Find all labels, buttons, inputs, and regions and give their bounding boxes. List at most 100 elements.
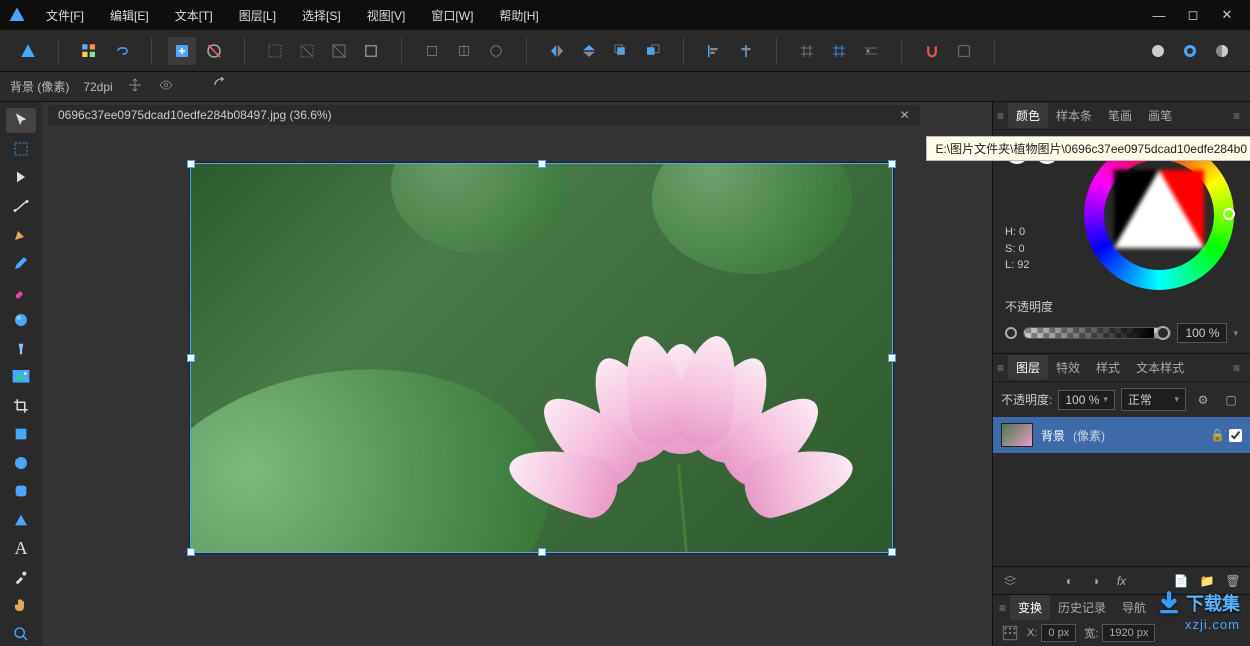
panel-toggle-icon[interactable]: ≡ [997, 361, 1004, 375]
text-tool-icon[interactable]: A [6, 536, 36, 561]
resize-handle[interactable] [888, 160, 896, 168]
snap-options-icon[interactable] [950, 37, 978, 65]
tab-brush[interactable]: 画笔 [1140, 103, 1180, 128]
zoom-tool-icon[interactable] [6, 622, 36, 646]
menu-file[interactable]: 文件[F] [36, 3, 94, 28]
crop-tool-icon[interactable] [6, 393, 36, 418]
persona-photo-icon[interactable] [14, 37, 42, 65]
chevron-down-icon[interactable]: ▾ [1233, 328, 1238, 339]
auto-contrast-icon[interactable] [450, 37, 478, 65]
anchor-grid-icon[interactable] [1001, 624, 1019, 642]
quickmask-icon[interactable] [1144, 37, 1172, 65]
panel-menu-icon[interactable]: ≡ [1227, 361, 1246, 375]
tab-stroke[interactable]: 笔画 [1100, 103, 1140, 128]
rotate-cw-icon[interactable] [639, 37, 667, 65]
channels-icon[interactable] [1208, 37, 1236, 65]
menu-select[interactable]: 选择[S] [292, 3, 351, 28]
menu-view[interactable]: 视图[V] [357, 3, 416, 28]
wheel-marker[interactable] [1223, 208, 1235, 220]
panel-menu-icon[interactable]: ≡ [1227, 109, 1246, 123]
resize-handle[interactable] [187, 548, 195, 556]
panel-toggle-icon[interactable]: ≡ [999, 601, 1006, 615]
maximize-button[interactable]: ◻ [1178, 5, 1208, 25]
rotate-ccw-icon[interactable] [607, 37, 635, 65]
auto-color-icon[interactable] [482, 37, 510, 65]
layer-new-icon[interactable] [168, 37, 196, 65]
align-left-icon[interactable] [700, 37, 728, 65]
fx-icon[interactable]: fx [1111, 570, 1133, 592]
layer-item[interactable]: 背景 (像素) 🔒 [993, 417, 1250, 453]
color-wheel[interactable] [1084, 140, 1234, 290]
resize-handle[interactable] [538, 548, 546, 556]
group-icon[interactable]: 📁 [1196, 570, 1218, 592]
guides-icon[interactable] [825, 37, 853, 65]
opacity-slider[interactable] [1023, 327, 1171, 339]
flip-v-icon[interactable] [575, 37, 603, 65]
deselect-icon[interactable] [293, 37, 321, 65]
tab-navigator[interactable]: 导航 [1114, 595, 1154, 620]
move-tool-icon[interactable] [6, 108, 36, 133]
blend-mode-dropdown[interactable]: 正常▾ [1121, 388, 1186, 411]
tab-text-styles[interactable]: 文本样式 [1128, 355, 1192, 380]
panel-toggle-icon[interactable]: ≡ [997, 109, 1004, 123]
resize-handle[interactable] [538, 160, 546, 168]
tab-transform[interactable]: 变换 [1010, 595, 1050, 620]
resize-handle[interactable] [888, 548, 896, 556]
layers-stack-icon[interactable] [999, 570, 1021, 592]
mask-icon[interactable]: ◐ [1059, 570, 1081, 592]
lock-icon[interactable]: 🔒 [1210, 428, 1225, 442]
arrange-icon[interactable] [75, 37, 103, 65]
tab-color[interactable]: 颜色 [1008, 103, 1048, 128]
auto-levels-icon[interactable] [418, 37, 446, 65]
menu-layer[interactable]: 图层[L] [229, 3, 286, 28]
resize-handle[interactable] [888, 354, 896, 362]
tab-swatches[interactable]: 样本条 [1048, 103, 1100, 128]
eye-icon[interactable] [157, 78, 175, 95]
opacity-value[interactable]: 100 % [1177, 323, 1227, 343]
gear-icon[interactable]: ⚙ [1192, 389, 1214, 411]
transform-x-field[interactable]: 0 px [1041, 624, 1076, 642]
selected-layer[interactable] [190, 163, 893, 553]
marquee-tool-icon[interactable] [6, 137, 36, 162]
brush-tool-icon[interactable] [6, 279, 36, 304]
rectangle-tool-icon[interactable] [6, 422, 36, 447]
tab-layers[interactable]: 图层 [1008, 355, 1048, 380]
align-center-icon[interactable] [732, 37, 760, 65]
layer-mask-icon[interactable] [200, 37, 228, 65]
glass-tool-icon[interactable] [6, 336, 36, 361]
tab-effects[interactable]: 特效 [1048, 355, 1088, 380]
minimize-button[interactable]: — [1144, 5, 1174, 25]
tab-styles[interactable]: 样式 [1088, 355, 1128, 380]
hand-tool-icon[interactable] [6, 593, 36, 618]
menu-text[interactable]: 文本[T] [165, 3, 223, 28]
tab-history[interactable]: 历史记录 [1050, 595, 1114, 620]
document-tab[interactable]: 0696c37ee0975dcad10edfe284b08497.jpg (36… [48, 105, 920, 125]
rounded-rect-tool-icon[interactable] [6, 479, 36, 504]
eyedropper-tool-icon[interactable] [6, 565, 36, 590]
move-anchor-icon[interactable] [127, 77, 143, 96]
link-icon[interactable] [107, 37, 135, 65]
menu-help[interactable]: 帮助[H] [489, 3, 548, 28]
resize-handle[interactable] [187, 160, 195, 168]
flip-h-icon[interactable] [543, 37, 571, 65]
invert-select-icon[interactable] [325, 37, 353, 65]
square-icon[interactable]: ▢ [1220, 389, 1242, 411]
grid-icon[interactable] [793, 37, 821, 65]
select-all-icon[interactable] [261, 37, 289, 65]
ellipse-tool-icon[interactable] [6, 450, 36, 475]
refresh-icon[interactable] [213, 77, 229, 96]
pen-tool-icon[interactable] [6, 222, 36, 247]
picture-tool-icon[interactable] [6, 365, 36, 390]
layer-opacity-field[interactable]: 100 %▾ [1058, 390, 1115, 410]
close-tab-icon[interactable]: ✕ [900, 108, 910, 122]
adjustment-icon[interactable]: ◑ [1085, 570, 1107, 592]
canvas[interactable] [42, 128, 992, 646]
assistant-icon[interactable] [1176, 37, 1204, 65]
transform-w-field[interactable]: 1920 px [1102, 624, 1155, 642]
snap-icon[interactable] [918, 37, 946, 65]
arrow-tool-icon[interactable] [6, 165, 36, 190]
pencil-tool-icon[interactable] [6, 251, 36, 276]
node-tool-icon[interactable] [6, 194, 36, 219]
delete-layer-icon[interactable]: 🗑 [1222, 570, 1244, 592]
fill-tool-icon[interactable] [6, 308, 36, 333]
